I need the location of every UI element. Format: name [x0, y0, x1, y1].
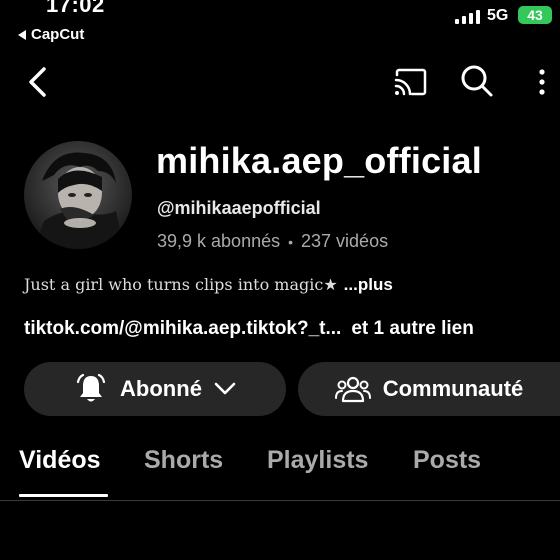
channel-links[interactable]: tiktok.com/@mihika.aep.tiktok?_t... et 1…	[24, 318, 474, 340]
channel-name: mihika.aep_official	[156, 140, 482, 181]
video-count: 237 vidéos	[301, 231, 389, 251]
channel-avatar[interactable]	[24, 141, 132, 249]
back-button[interactable]	[22, 66, 52, 98]
subscribed-label: Abonné	[120, 376, 202, 401]
signal-strength-icon	[455, 8, 480, 24]
back-to-app-link[interactable]: CapCut	[18, 26, 84, 43]
channel-link[interactable]: tiktok.com/@mihika.aep.tiktok?_t...	[24, 318, 341, 340]
community-icon	[334, 376, 371, 403]
search-icon	[461, 65, 493, 97]
community-label: Communauté	[382, 376, 524, 401]
back-arrow-icon	[29, 67, 46, 97]
bio-text: Just a girl who turns clips into magic★	[24, 275, 338, 294]
stats-separator: •	[288, 233, 294, 250]
subscribed-button[interactable]: Abonné	[24, 362, 286, 416]
subscriber-count: 39,9 k abonnés	[157, 231, 281, 251]
bell-icon	[76, 373, 106, 402]
back-app-label: CapCut	[31, 26, 85, 43]
avatar-image	[24, 141, 132, 249]
tab-playlists[interactable]: Playlists	[267, 446, 368, 475]
back-triangle-icon	[18, 29, 26, 40]
channel-handle: @mihikaaepofficial	[157, 198, 321, 218]
channel-description[interactable]: Just a girl who turns clips into magic★ …	[24, 275, 393, 295]
cast-button[interactable]	[392, 66, 430, 98]
community-button[interactable]: Communauté	[298, 362, 560, 416]
active-tab-indicator	[19, 494, 108, 497]
search-button[interactable]	[458, 62, 496, 100]
battery-icon: 43	[518, 6, 552, 24]
battery-level: 43	[527, 7, 543, 23]
channel-tabs: Vidéos Shorts Playlists Posts	[0, 446, 560, 501]
status-time: 17:02	[46, 0, 105, 17]
tab-videos[interactable]: Vidéos	[19, 446, 101, 475]
tab-shorts[interactable]: Shorts	[144, 446, 223, 475]
channel-stats: 39,9 k abonnés • 237 vidéos	[157, 231, 388, 252]
more-options-button[interactable]	[532, 64, 552, 100]
more-vertical-icon	[539, 69, 545, 95]
network-type: 5G	[487, 7, 509, 24]
tab-posts[interactable]: Posts	[413, 446, 481, 475]
cast-icon	[394, 68, 427, 96]
bio-more-link[interactable]: ...plus	[344, 275, 393, 295]
more-links[interactable]: et 1 autre lien	[351, 318, 474, 340]
chevron-down-icon	[214, 382, 236, 395]
